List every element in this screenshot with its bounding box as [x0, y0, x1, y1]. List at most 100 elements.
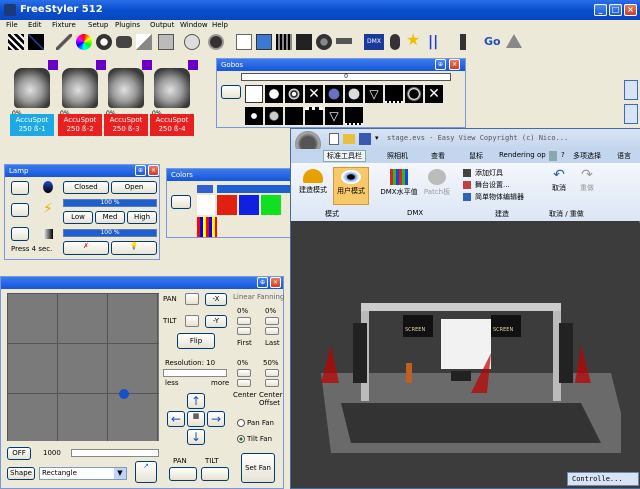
stage-setup-button[interactable]: 舞台设置...: [475, 180, 510, 190]
redo-button[interactable]: ↷ 重做: [575, 167, 599, 205]
resolution-slider[interactable]: [163, 369, 227, 377]
pause-icon[interactable]: ||: [428, 34, 444, 50]
screen-icon[interactable]: [256, 34, 272, 50]
gobo-5[interactable]: [325, 85, 343, 103]
lamp-on-button[interactable]: 💡: [111, 241, 157, 255]
gobo-14[interactable]: [305, 107, 323, 125]
lamp-bar-2[interactable]: 100 %: [63, 229, 157, 237]
fixture-4[interactable]: 0% AccuSpot250 ß-4: [150, 60, 198, 136]
undo-button[interactable]: ↶ 取消: [547, 167, 571, 205]
tab-rendering[interactable]: Rendering op: [499, 151, 546, 159]
tilt-fan-radio[interactable]: [237, 435, 245, 443]
center-down[interactable]: [237, 379, 251, 387]
multi-select-menu[interactable]: 多项选择: [573, 151, 601, 161]
lamp-pin-button[interactable]: ⊕: [135, 165, 146, 176]
off-button[interactable]: OFF: [7, 447, 31, 460]
arrow-left-button[interactable]: ←: [167, 411, 185, 427]
pantilt-close-button[interactable]: ×: [270, 277, 281, 288]
user-mode-button[interactable]: 用户模式: [333, 167, 369, 205]
blackout-icon[interactable]: [8, 34, 24, 50]
gobo-8[interactable]: [385, 85, 403, 103]
flip-button[interactable]: Flip: [177, 333, 215, 349]
open-icon[interactable]: [343, 134, 355, 144]
gobo-11[interactable]: [245, 107, 263, 125]
dmx-icon[interactable]: DMX: [364, 34, 384, 50]
lamp-bar-1[interactable]: 100 %: [63, 199, 157, 207]
closed-button[interactable]: Closed: [63, 181, 109, 194]
pan-button[interactable]: [169, 467, 197, 481]
save-icon[interactable]: [359, 133, 371, 145]
menu-edit[interactable]: Edit: [28, 21, 42, 29]
color-swatch-red[interactable]: [217, 195, 237, 215]
menu-fixture[interactable]: Fixture: [52, 21, 76, 29]
qat-dropdown-icon[interactable]: ▾: [375, 134, 379, 142]
crossfade-icon[interactable]: [28, 34, 44, 50]
arrow-right-button[interactable]: →: [207, 411, 225, 427]
tab-camera[interactable]: 照相机: [387, 151, 408, 161]
go-icon[interactable]: Go: [484, 34, 504, 50]
neg-y-button[interactable]: -Y: [205, 315, 227, 328]
menu-plugins[interactable]: Plugins: [115, 21, 140, 29]
lamp-off-button[interactable]: ✗: [63, 241, 109, 255]
lamp-btn-2[interactable]: [11, 203, 29, 217]
fixture-2[interactable]: 0% AccuSpot250 ß-2: [58, 60, 106, 136]
pantilt-grid[interactable]: [7, 293, 159, 441]
gobo-open[interactable]: [245, 85, 263, 103]
right-panel-toggle[interactable]: [624, 80, 638, 100]
center-up[interactable]: [237, 369, 251, 377]
menu-window[interactable]: Window: [180, 21, 208, 29]
monitor-icon[interactable]: [158, 34, 174, 50]
last-up[interactable]: [265, 317, 279, 325]
value-slider[interactable]: [71, 449, 159, 457]
tilt-toggle[interactable]: [185, 315, 199, 327]
last-down[interactable]: [265, 327, 279, 335]
gobos-reset-button[interactable]: [221, 85, 241, 99]
star-icon[interactable]: ★: [406, 32, 422, 48]
gobos-close-button[interactable]: ×: [449, 59, 460, 70]
gobo-7[interactable]: ▽: [365, 85, 383, 103]
pantilt-position-marker[interactable]: [119, 389, 129, 399]
speaker-icon[interactable]: [316, 34, 332, 50]
menu-help[interactable]: Help: [212, 21, 228, 29]
lamp-btn-3[interactable]: [11, 227, 29, 241]
menu-setup[interactable]: Setup: [88, 21, 108, 29]
fixture-3[interactable]: 0% AccuSpot250 ß-3: [104, 60, 152, 136]
close-button[interactable]: ×: [624, 4, 637, 16]
gobo-icon[interactable]: [96, 34, 112, 50]
center-button[interactable]: ▦: [187, 411, 205, 427]
offset-down[interactable]: [265, 379, 279, 387]
timer-icon[interactable]: [184, 34, 200, 50]
gobos-slider[interactable]: 0: [241, 73, 451, 81]
gobo-4[interactable]: ✕: [305, 85, 323, 103]
easyview-icon[interactable]: [208, 34, 224, 50]
gobo-12[interactable]: [265, 107, 283, 125]
mouse-icon[interactable]: [390, 34, 400, 50]
tab-view[interactable]: 查看: [431, 151, 445, 161]
fixture-1[interactable]: 0% AccuSpot250 ß-1: [10, 60, 58, 136]
color-swatch-rainbow[interactable]: [197, 217, 217, 237]
simple-editor-button[interactable]: 简单物体编辑器: [475, 192, 524, 202]
first-down[interactable]: [237, 327, 251, 335]
lamp-btn-1[interactable]: [11, 181, 29, 195]
add-light-button[interactable]: 添加灯具: [475, 168, 503, 178]
open-button[interactable]: Open: [111, 181, 157, 194]
med-button[interactable]: Med: [95, 211, 125, 224]
menu-output[interactable]: Output: [150, 21, 174, 29]
tab-mouse[interactable]: 鼠标: [469, 151, 483, 161]
tab-scroll-icon[interactable]: [549, 151, 557, 161]
fixtures-icon[interactable]: [116, 36, 132, 48]
colors-slider-arrow[interactable]: [197, 185, 213, 193]
shape-button[interactable]: Shape: [7, 467, 35, 480]
shape-edit-button[interactable]: ↗: [135, 461, 157, 483]
low-button[interactable]: Low: [63, 211, 93, 224]
color-swatch-green[interactable]: [261, 195, 281, 215]
colors-slider[interactable]: [217, 185, 295, 193]
pan-toggle[interactable]: [185, 293, 199, 305]
language-menu[interactable]: 语言: [617, 151, 631, 161]
key-icon[interactable]: [336, 38, 352, 44]
colors-reset-button[interactable]: [171, 195, 191, 209]
stage-viewport[interactable]: SCREEN SCREEN: [291, 223, 640, 488]
gobo-3[interactable]: [285, 85, 303, 103]
patch-button[interactable]: Patch板: [421, 167, 453, 205]
pan-fan-radio[interactable]: [237, 419, 245, 427]
